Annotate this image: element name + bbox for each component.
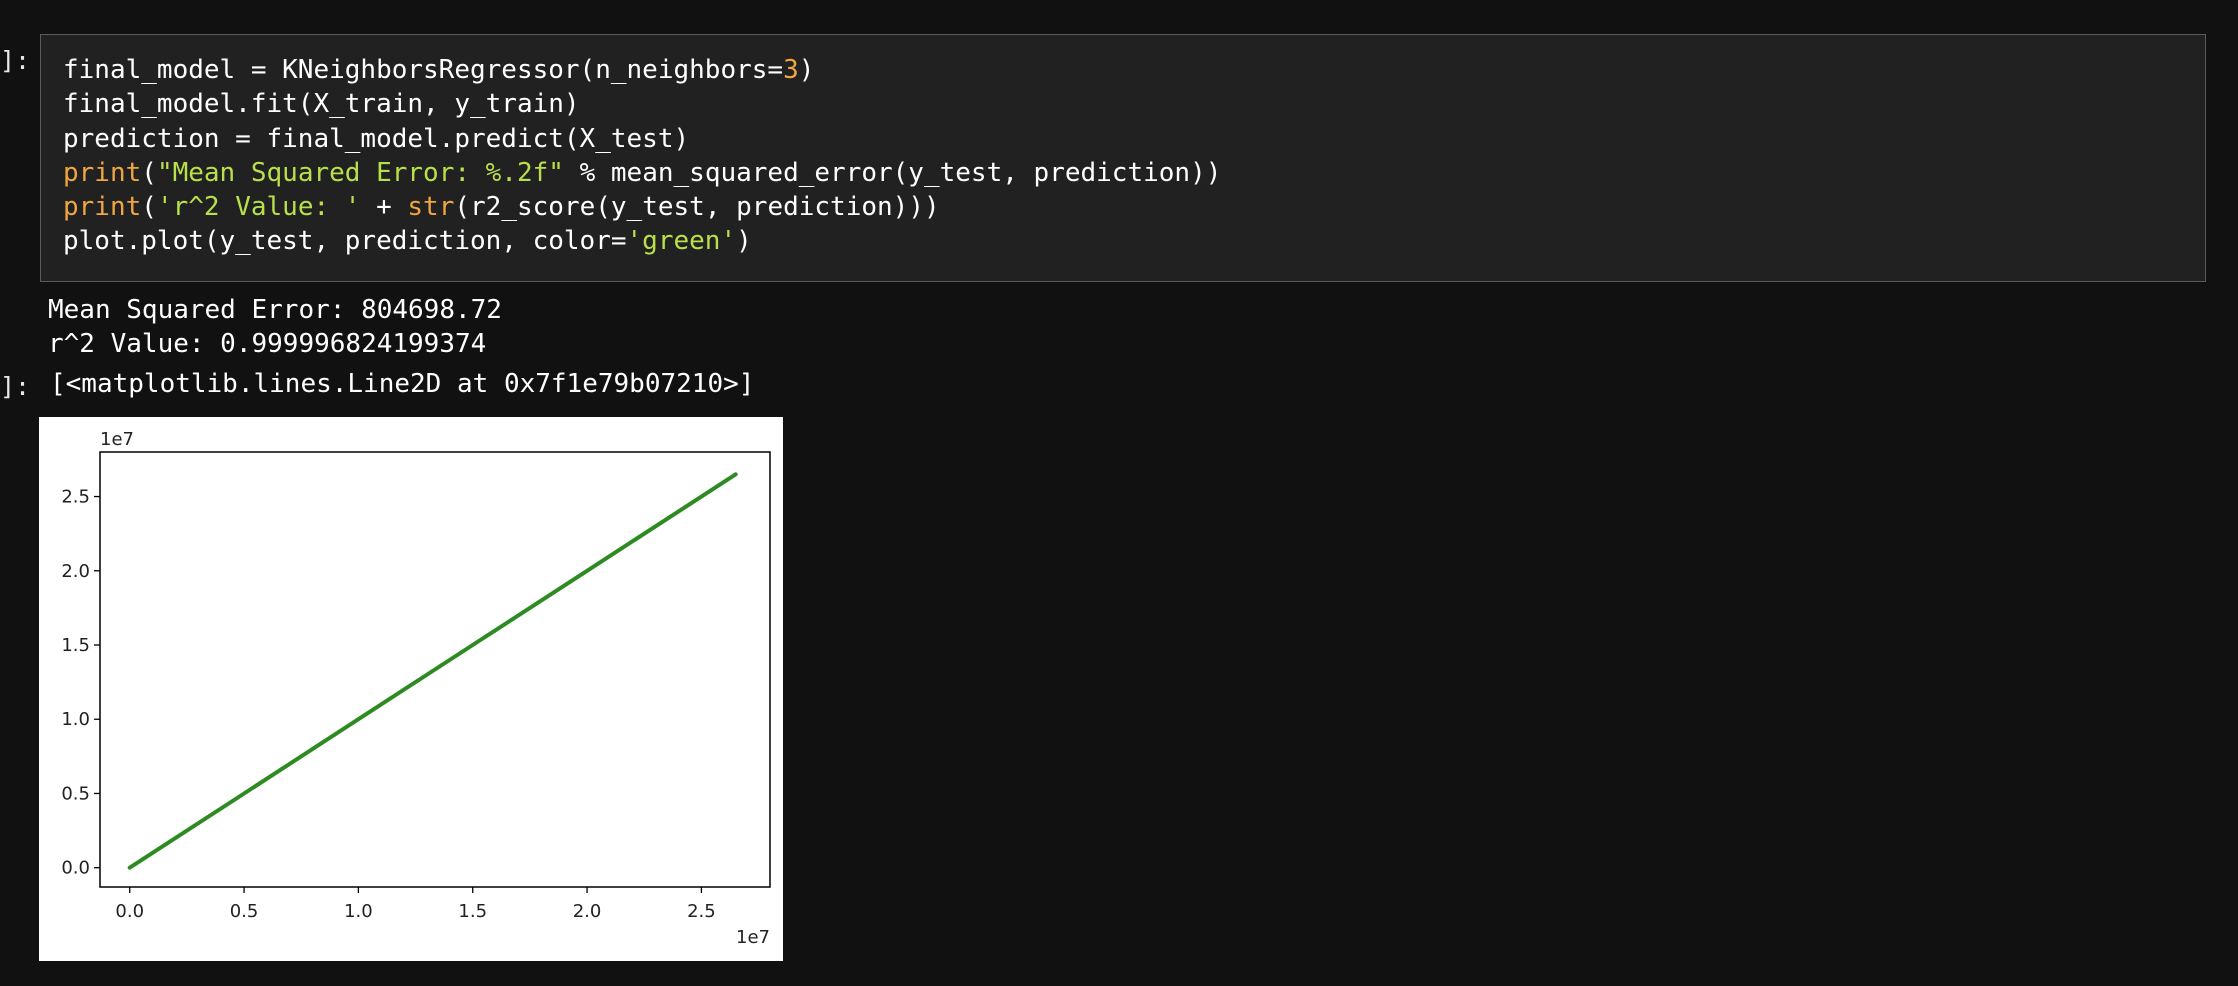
code-editor[interactable]: final_model = KNeighborsRegressor(n_neig… — [63, 53, 1221, 259]
code-text: final_model = KNeighborsRegressor(n_neig… — [63, 55, 784, 85]
code-line-3: prediction = final_model.predict(X_test) — [63, 123, 690, 154]
stdout-output: Mean Squared Error: 804698.72 r^2 Value:… — [48, 293, 502, 361]
line-chart: 0.0 0.5 1.0 1.5 2.0 2.5 0.0 0.5 1.0 1.5 2.0 2.5 1e7 1… — [61, 429, 771, 948]
x-tick-label: 2.5 — [687, 901, 716, 922]
code-text: ( — [141, 192, 157, 223]
input-prompt: ]: — [0, 46, 31, 75]
y-tick-label: 0.0 — [61, 858, 90, 879]
code-line-4: print("Mean Squared Error: %.2f" % mean_… — [63, 156, 1221, 190]
stdout-line-mse: Mean Squared Error: 804698.72 — [48, 295, 502, 325]
code-text: (r2_score(y_test, prediction))) — [454, 192, 940, 223]
code-number: 3 — [783, 55, 799, 85]
x-tick-label: 0.5 — [230, 901, 259, 922]
y-tick-label: 1.5 — [61, 635, 90, 656]
stdout-line-r2: r^2 Value: 0.999996824199374 — [48, 329, 487, 359]
output-prompt: ]: — [0, 372, 31, 401]
code-text: ( — [141, 157, 157, 188]
x-tick-label: 2.0 — [573, 901, 602, 922]
code-keyword: str — [407, 192, 455, 223]
y-tick-label: 1.0 — [61, 709, 90, 730]
series-line — [127, 472, 738, 870]
code-line-2: final_model.fit(X_train, y_train) — [63, 89, 580, 120]
execute-result: [<matplotlib.lines.Line2D at 0x7f1e79b07… — [50, 369, 755, 399]
code-text: + — [360, 192, 408, 223]
code-text: plot.plot(y_test, prediction, color= — [63, 226, 627, 257]
plot-figure: 0.0 0.5 1.0 1.5 2.0 2.5 0.0 0.5 1.0 1.5 2.0 2.5 1e7 1… — [39, 417, 783, 961]
code-text: ) — [736, 226, 752, 257]
code-string: 'r^2 Value: ' — [156, 192, 361, 223]
x-offset-label: 1e7 — [736, 927, 770, 948]
code-keyword: print — [63, 157, 142, 188]
code-line-6: plot.plot(y_test, prediction, color='gre… — [63, 224, 1221, 258]
y-tick-label: 2.5 — [61, 487, 90, 508]
y-tick-label: 0.5 — [61, 783, 90, 804]
code-text: % mean_squared_error(y_test, prediction)… — [563, 157, 1222, 188]
code-line-1: final_model = KNeighborsRegressor(n_neig… — [63, 53, 1221, 87]
code-text: ) — [798, 55, 815, 85]
code-cell[interactable]: final_model = KNeighborsRegressor(n_neig… — [40, 34, 2206, 282]
y-offset-label: 1e7 — [100, 429, 134, 450]
code-string: "Mean Squared Error: %.2f" — [156, 157, 564, 188]
x-tick-label: 1.5 — [458, 901, 487, 922]
code-keyword: print — [63, 192, 142, 223]
y-tick-label: 2.0 — [61, 561, 90, 582]
x-tick-label: 1.0 — [344, 901, 373, 922]
code-string: 'green' — [626, 226, 737, 257]
x-tick-label: 0.0 — [115, 901, 144, 922]
code-line-5: print('r^2 Value: ' + str(r2_score(y_tes… — [63, 190, 1221, 224]
